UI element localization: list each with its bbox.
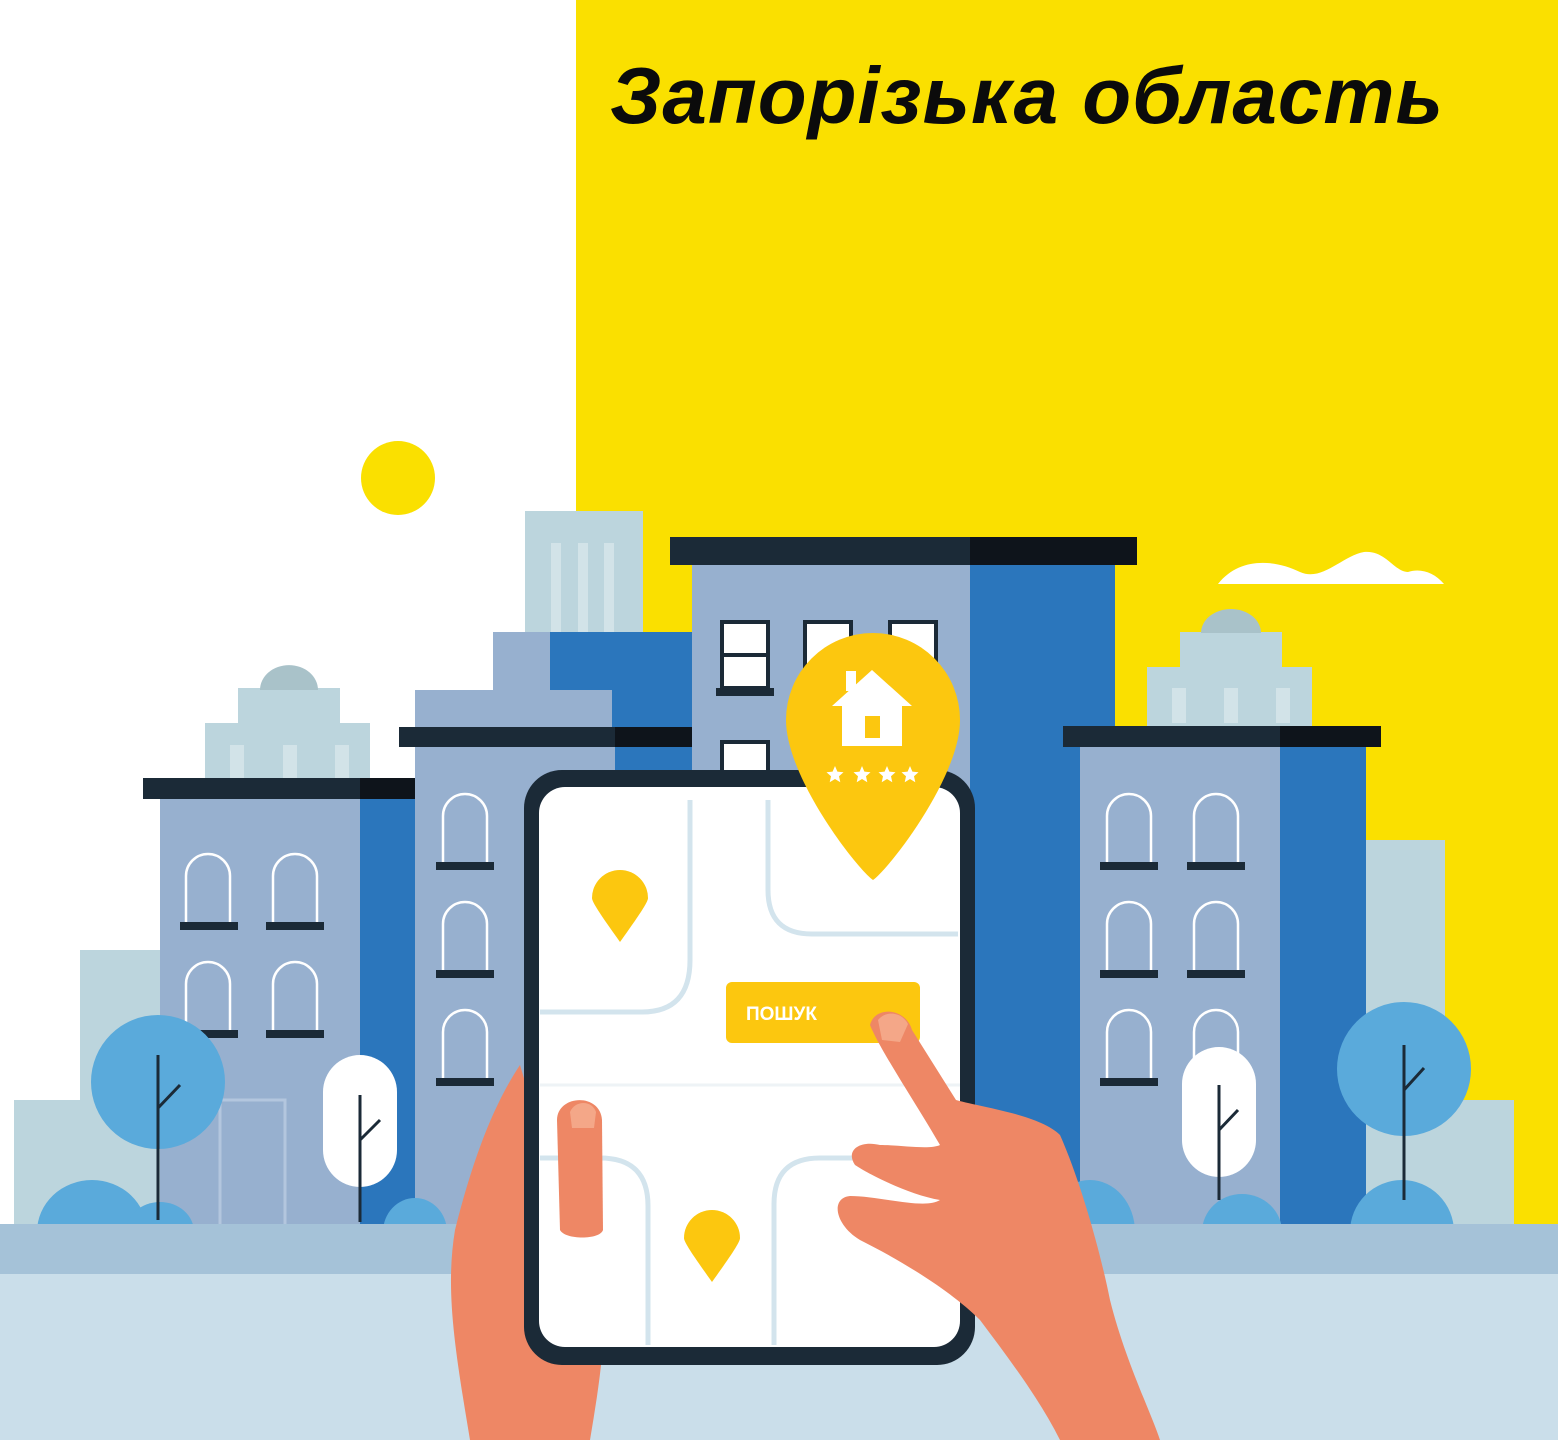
sun-icon	[361, 441, 435, 515]
search-button-label: ПОШУК	[746, 1004, 817, 1025]
illustration-scene: ПОШУК Запорізька область	[0, 0, 1558, 1440]
page-title: Запорізька область	[610, 51, 1445, 140]
city-illustration: ПОШУК	[0, 0, 1558, 1440]
